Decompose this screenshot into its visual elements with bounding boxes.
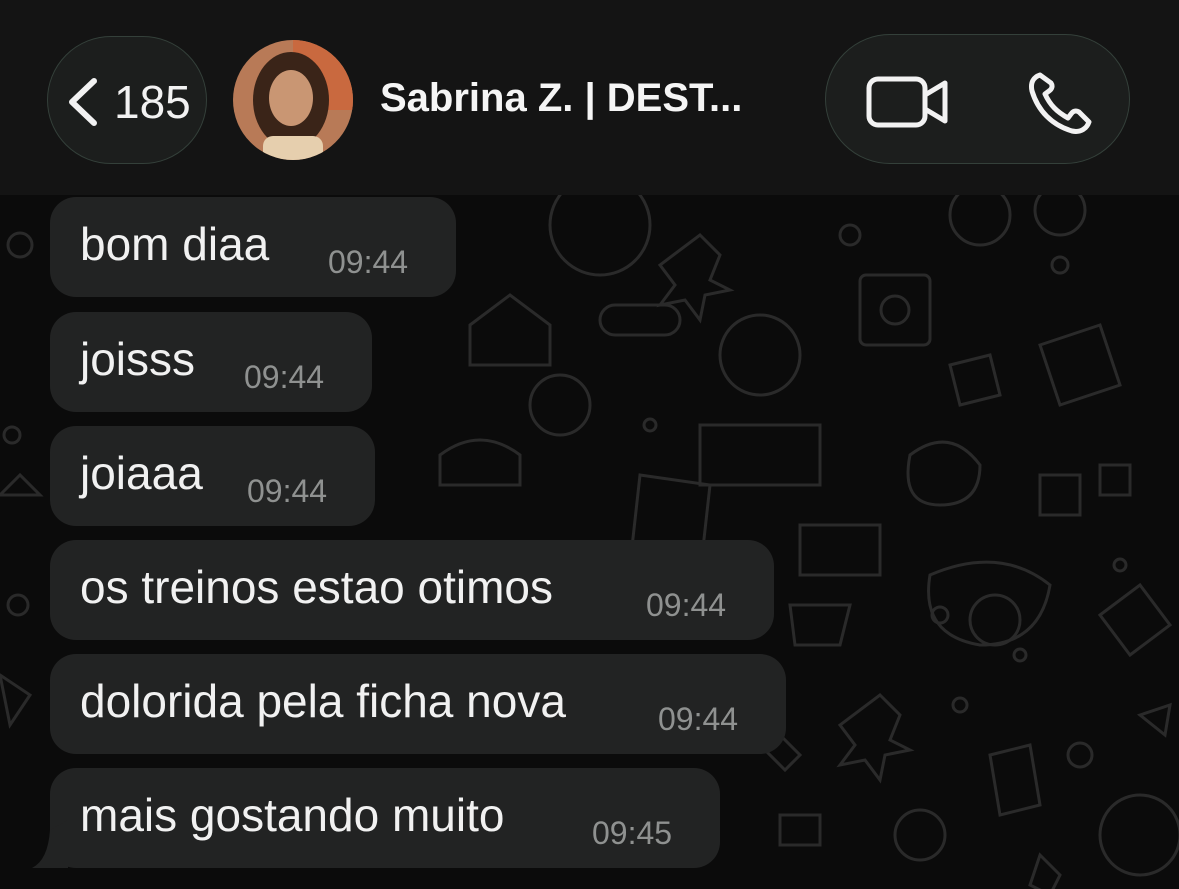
unread-count: 185 xyxy=(114,76,191,128)
message-text: joiaaa xyxy=(80,447,203,499)
contact-name[interactable]: Sabrina Z. | DEST... xyxy=(380,76,742,121)
back-button[interactable]: 185 xyxy=(47,36,207,164)
call-actions xyxy=(825,34,1130,164)
message-time: 09:44 xyxy=(244,359,325,395)
message-text: mais gostando muito xyxy=(80,789,505,841)
message-time: 09:44 xyxy=(247,473,328,509)
message-time: 09:44 xyxy=(328,244,409,280)
message-text: joisss xyxy=(80,333,196,385)
contact-avatar[interactable] xyxy=(233,40,353,160)
message-bubble[interactable]: joiaaa 09:44 xyxy=(50,426,375,526)
phone-icon[interactable] xyxy=(1026,69,1096,135)
chevron-left-icon xyxy=(69,78,97,126)
bubble-tail xyxy=(32,820,68,868)
chat-header: 185 Sabrina Z. | DEST... xyxy=(0,0,1179,195)
message-bubble[interactable]: joisss 09:44 xyxy=(50,312,372,412)
message-bubble[interactable]: bom diaa 09:44 xyxy=(50,197,456,297)
message-text: dolorida pela ficha nova xyxy=(80,675,566,727)
message-time: 09:44 xyxy=(646,587,727,623)
message-text: os treinos estao otimos xyxy=(80,561,554,613)
message-bubble[interactable]: mais gostando muito 09:45 xyxy=(50,768,720,868)
message-text: bom diaa xyxy=(80,218,270,270)
message-bubble[interactable]: os treinos estao otimos 09:44 xyxy=(50,540,774,640)
video-camera-icon[interactable] xyxy=(866,75,950,129)
message-time: 09:45 xyxy=(592,815,673,851)
message-bubble[interactable]: dolorida pela ficha nova 09:44 xyxy=(50,654,786,754)
message-time: 09:44 xyxy=(658,701,739,737)
